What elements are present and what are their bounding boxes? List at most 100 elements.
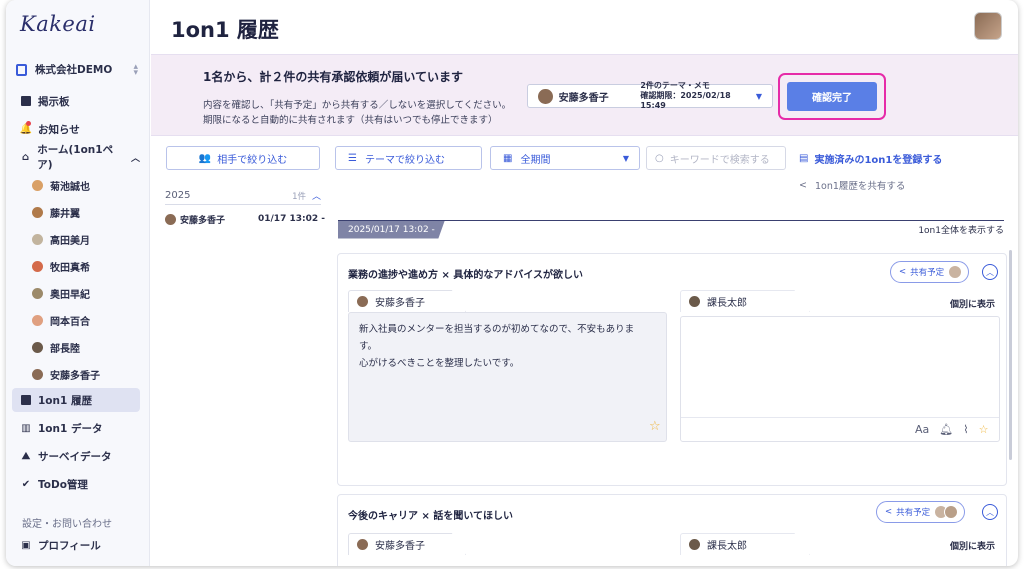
- settings-link[interactable]: 設定・お問い合わせ: [22, 515, 112, 530]
- updown-icon: ▴ ▾: [133, 61, 138, 78]
- banner-title: 1名から、計２件の共有承認依頼が届いています: [203, 70, 463, 84]
- filter-lines-icon: ☰: [348, 152, 357, 164]
- history-item-datetime: 01/17 13:02 -: [258, 214, 325, 224]
- search-input[interactable]: ○ キーワードで検索する: [646, 146, 786, 170]
- show-all-link[interactable]: 1on1全体を表示する: [918, 223, 1004, 236]
- company-switcher[interactable]: 株式会社DEMO ▴ ▾: [16, 62, 138, 77]
- member-note-tab: 安藤多香子: [348, 290, 466, 312]
- request-meta: 2件のテーマ・メモ 確認期限：2025/02/18 15:49: [640, 81, 755, 111]
- share-label: 1on1履歴を共有する: [814, 181, 906, 192]
- avatar: [32, 179, 43, 191]
- manager-note-tab: 課長太郎: [680, 290, 810, 312]
- nav-label: ToDo管理: [38, 478, 88, 491]
- theme-card: 業務の進捗や進め方 × 具体的なアドバイスが欲しい < 共有予定 ︿ 安藤多香子…: [337, 253, 1007, 486]
- pair-name: 安藤多香子: [50, 370, 100, 382]
- manager-note-input[interactable]: Aa 🔔︎ ⌇ ☆: [680, 316, 1000, 442]
- nav-label: 1on1 データ: [38, 422, 103, 435]
- register-label: 実施済みの1on1を登録する: [814, 155, 943, 166]
- pair-item[interactable]: 菊池誠也: [32, 174, 90, 196]
- caret-down-icon: ▼: [622, 153, 629, 163]
- star-icon[interactable]: ☆: [649, 419, 661, 434]
- nav-notifications[interactable]: 🔔 お知らせ: [12, 117, 140, 141]
- share-status-label: 共有予定: [910, 268, 945, 278]
- nav-label: 掲示板: [38, 95, 70, 108]
- document-edit-icon: ▤: [799, 153, 809, 164]
- show-individually-toggle[interactable]: 個別に表示: [950, 539, 995, 552]
- nav-1on1-data[interactable]: ▥ 1on1 データ: [12, 416, 140, 440]
- pair-item[interactable]: 部長陸: [32, 336, 80, 358]
- avatar: [689, 296, 700, 307]
- paperclip-icon[interactable]: ⌇: [963, 423, 968, 436]
- avatar: [32, 233, 43, 245]
- pair-item[interactable]: 高田美月: [32, 228, 90, 250]
- note-line: す。: [359, 341, 378, 352]
- share-icon: <: [899, 267, 907, 277]
- banner-line-2: 期限になると自動的に共有されます（共有はいつでも停止できます）: [203, 115, 498, 126]
- avatar: [357, 539, 368, 550]
- pair-item[interactable]: 牧田真希: [32, 255, 90, 277]
- pair-name: 奥田早紀: [50, 289, 90, 301]
- filter-theme-button[interactable]: ☰ テーマで絞り込む: [335, 146, 482, 170]
- avatar: [32, 287, 43, 299]
- chevron-up-icon: ︿: [130, 153, 140, 164]
- nav-1on1-history[interactable]: 1on1 履歴: [12, 388, 140, 412]
- collapse-icon[interactable]: ︿: [982, 264, 998, 280]
- filter-partner-label: 相手で絞り込む: [217, 154, 288, 166]
- nav-survey-data[interactable]: ⛰ サーベイデータ: [12, 444, 140, 468]
- request-meta-deadline: 確認期限：2025/02/18 15:49: [640, 91, 731, 110]
- nav-label: ホーム(1on1ペア): [37, 144, 114, 171]
- share-status-pill[interactable]: < 共有予定: [876, 501, 966, 523]
- period-select[interactable]: ▦ 全期間 ▼: [490, 146, 640, 170]
- member-name: 安藤多香子: [375, 541, 425, 552]
- note-line: 心がけるべきことを整理したいです。: [359, 358, 520, 369]
- grid-icon: [20, 95, 32, 107]
- nav-home-pairs[interactable]: ⌂ ホーム(1on1ペア) ︿: [12, 144, 140, 171]
- scrollbar[interactable]: [1009, 250, 1012, 460]
- profile-icon: ▣: [21, 539, 31, 551]
- request-select[interactable]: 安藤多香子 2件のテーマ・メモ 確認期限：2025/02/18 15:49 ▼: [527, 81, 773, 111]
- note-line: 新入社員のメンターを担当するのが初めてなので、不安もありま: [359, 324, 635, 335]
- pair-item[interactable]: 藤井翼: [32, 201, 80, 223]
- nav-label: プロフィール: [38, 539, 101, 552]
- confirm-button[interactable]: 確認完了: [787, 82, 877, 111]
- filter-partner-button[interactable]: 👥 相手で絞り込む: [166, 146, 320, 170]
- calendar-icon: ▦: [503, 152, 513, 164]
- year-group-header[interactable]: 2025 1件 ︿: [165, 187, 321, 205]
- share-icon: <: [799, 179, 807, 191]
- pair-item[interactable]: 安藤多香子: [32, 363, 100, 385]
- theme-card: 今後のキャリア × 話を聞いてほしい < 共有予定 ︿ 安藤多香子 課長太郎 個…: [337, 494, 1007, 566]
- pair-item[interactable]: 奥田早紀: [32, 282, 90, 304]
- avatar: [538, 88, 553, 104]
- avatar: [948, 265, 963, 279]
- share-history-link[interactable]: < 1on1履歴を共有する: [799, 178, 906, 193]
- user-avatar[interactable]: [974, 12, 1002, 40]
- confirm-highlight: 確認完了: [778, 73, 886, 120]
- star-icon[interactable]: ☆: [979, 423, 989, 436]
- session-date: 2025/01/17 13:02 -: [338, 220, 445, 239]
- share-icon: <: [885, 507, 893, 517]
- register-1on1-link[interactable]: ▤ 実施済みの1on1を登録する: [799, 151, 942, 166]
- bell-icon[interactable]: 🔔︎: [939, 423, 953, 436]
- avatar: [32, 206, 43, 218]
- nav-todo[interactable]: ✔ ToDo管理: [12, 472, 140, 496]
- share-status-pill[interactable]: < 共有予定: [890, 261, 970, 283]
- pair-item[interactable]: 岡本百合: [32, 309, 90, 331]
- nav-bulletin[interactable]: 掲示板: [12, 89, 140, 113]
- font-icon[interactable]: Aa: [915, 423, 929, 436]
- note-toolbar: Aa 🔔︎ ⌇ ☆: [915, 423, 988, 436]
- year-count: 1件: [292, 191, 306, 202]
- search-placeholder: キーワードで検索する: [669, 154, 770, 166]
- collapse-icon[interactable]: ︿: [982, 504, 998, 520]
- company-name: 株式会社DEMO: [35, 64, 113, 76]
- show-individually-toggle[interactable]: 個別に表示: [950, 297, 995, 310]
- member-note-tab: 安藤多香子: [348, 533, 466, 555]
- check-circle-icon: ✔: [21, 478, 31, 490]
- survey-icon: ⛰: [21, 450, 31, 462]
- member-name: 安藤多香子: [375, 298, 425, 309]
- nav-profile[interactable]: ▣ プロフィール: [12, 533, 140, 557]
- history-list-item[interactable]: 安藤多香子 01/17 13:02 -: [165, 211, 325, 227]
- avatar: [32, 341, 43, 353]
- member-note[interactable]: 新入社員のメンターを担当するのが初めてなので、不安もありま す。 心がけるべきこ…: [348, 312, 667, 442]
- avatar: [165, 213, 176, 225]
- pair-name: 藤井翼: [50, 208, 80, 220]
